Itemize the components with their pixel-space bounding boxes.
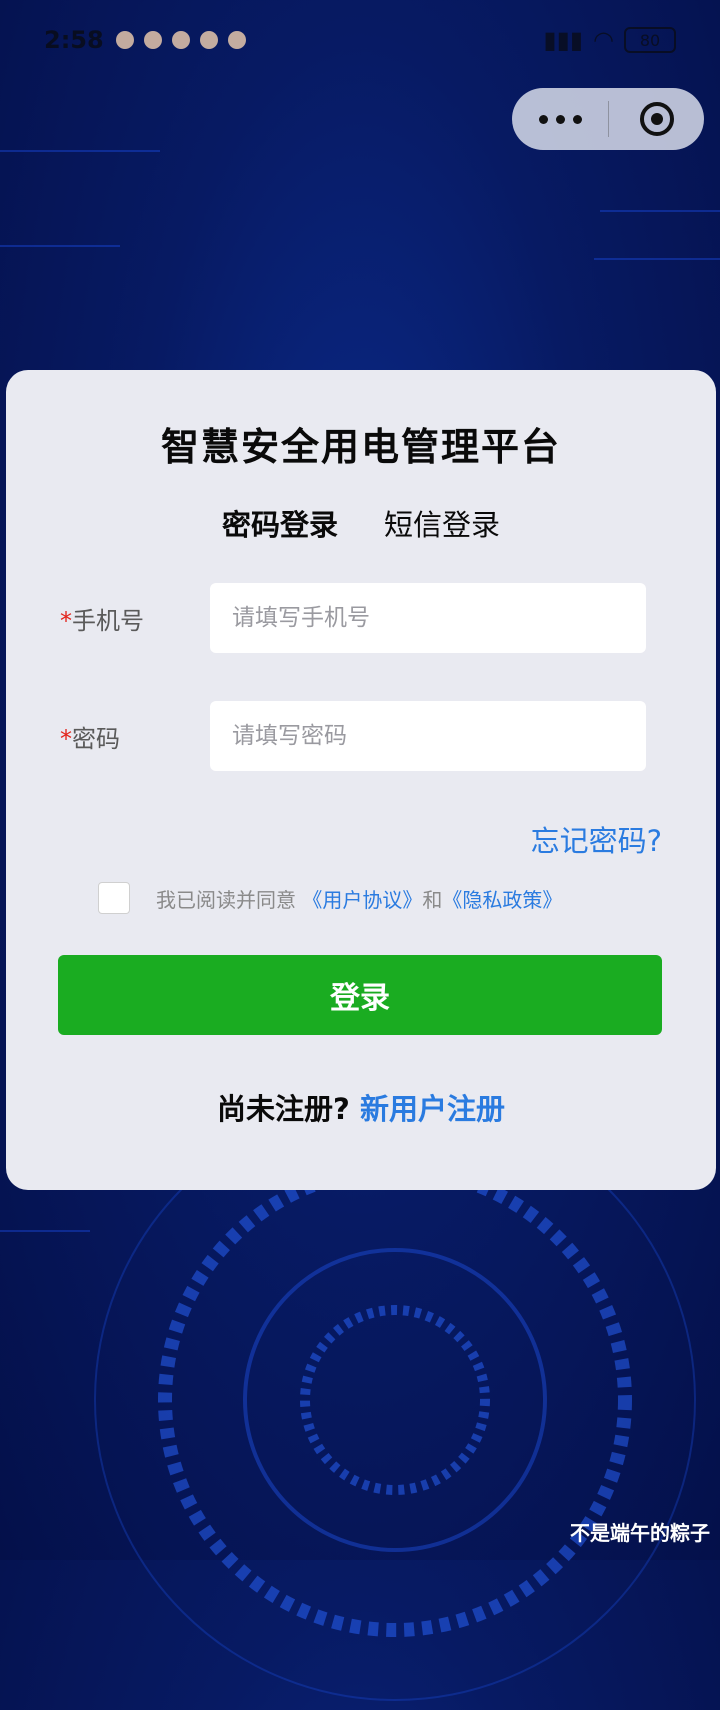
agreement-text: 我已阅读并同意 <box>156 887 296 912</box>
login-card: 智慧安全用电管理平台 密码登录 短信登录 *手机号 *密码 忘记密码? 我已阅读… <box>6 370 716 1190</box>
agreement-checkbox[interactable] <box>98 882 130 914</box>
password-label: *密码 <box>60 725 120 753</box>
tab-password-login[interactable]: 密码登录 <box>222 502 338 544</box>
record-target-icon[interactable] <box>609 100 704 138</box>
status-bar: 2:58 ▮▮▮ ◠ 80 <box>0 0 720 80</box>
agreement-row: 我已阅读并同意 《用户协议》和《隐私政策》 <box>98 882 562 914</box>
miniprogram-capsule <box>512 88 704 150</box>
phone-row: *手机号 <box>6 583 716 653</box>
avatar-icon <box>199 31 218 49</box>
signal-icon: ▮▮▮ <box>543 26 584 54</box>
more-dots-icon[interactable] <box>512 88 608 150</box>
status-right: ▮▮▮ ◠ 80 <box>543 26 676 54</box>
battery-icon: 80 <box>624 27 676 53</box>
user-agreement-link[interactable]: 《用户协议》 <box>302 888 422 912</box>
phone-label: *手机号 <box>60 607 144 635</box>
register-prompt: 尚未注册? <box>217 1092 350 1126</box>
forgot-password-link[interactable]: 忘记密码? <box>531 818 662 860</box>
phone-input[interactable] <box>210 583 646 653</box>
notification-icons <box>115 31 246 49</box>
password-input[interactable] <box>210 701 646 771</box>
watermark: 不是端午的粽子 <box>570 1521 710 1545</box>
agreement-and: 和 <box>422 887 443 912</box>
avatar-icon <box>171 31 190 49</box>
avatar-icon <box>227 31 246 49</box>
privacy-policy-link[interactable]: 《隐私政策》 <box>442 888 562 912</box>
tab-sms-login[interactable]: 短信登录 <box>384 502 500 544</box>
register-row: 尚未注册? 新用户注册 <box>6 1086 716 1128</box>
wifi-icon: ◠ <box>593 26 614 54</box>
status-time: 2:58 <box>44 26 104 54</box>
register-link[interactable]: 新用户注册 <box>360 1092 505 1126</box>
login-button[interactable]: 登录 <box>58 955 662 1035</box>
avatar-icon <box>143 31 162 49</box>
avatar-icon <box>115 31 134 49</box>
login-tabs: 密码登录 短信登录 <box>6 502 716 544</box>
page-title: 智慧安全用电管理平台 <box>160 425 561 469</box>
password-row: *密码 <box>6 701 716 771</box>
